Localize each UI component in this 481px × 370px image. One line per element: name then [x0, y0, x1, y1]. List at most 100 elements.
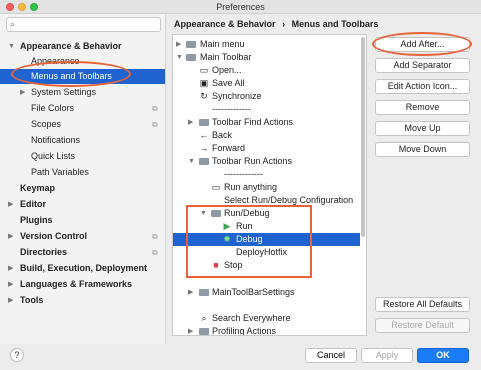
- project-scope-icon: ⧉: [152, 232, 158, 241]
- move-down-button[interactable]: Move Down: [375, 142, 470, 157]
- folder-icon: [199, 155, 209, 169]
- tree-row-save-all[interactable]: ▣ Save All: [173, 77, 360, 90]
- restore-default-button[interactable]: Restore Default: [375, 318, 470, 333]
- window-titlebar: Preferences: [0, 0, 481, 14]
- tree-row-debug[interactable]: ✹ Debug: [173, 233, 360, 246]
- chevron-down-icon[interactable]: ▼: [200, 207, 207, 220]
- breadcrumb-separator: ›: [282, 19, 286, 29]
- sidebar-item-plugins[interactable]: Plugins: [0, 213, 165, 228]
- cancel-button[interactable]: Cancel: [305, 348, 357, 363]
- tree-row-select-run-debug-configuration[interactable]: Select Run/Debug Configuration: [173, 194, 360, 207]
- tree-row-run[interactable]: ▶ Run: [173, 220, 360, 233]
- back-arrow-icon: ←: [199, 130, 209, 140]
- tree-row-open[interactable]: ▭ Open...: [173, 64, 360, 77]
- sidebar-item-scopes[interactable]: Scopes ⧉: [0, 117, 165, 132]
- add-after-button[interactable]: Add After...: [375, 37, 470, 52]
- tree-row-run-anything[interactable]: ▭ Run anything: [173, 181, 360, 194]
- breadcrumb: Appearance & Behavior › Menus and Toolba…: [174, 19, 378, 29]
- zoom-window-button[interactable]: [30, 3, 38, 11]
- tree-row-deployhotfix[interactable]: DeployHotfix: [173, 246, 360, 259]
- add-separator-button[interactable]: Add Separator: [375, 58, 470, 73]
- search-input[interactable]: [23, 19, 153, 30]
- actions-tree[interactable]: ▶ Main menu ▼ Main Toolbar ▭ Open... ▣ S…: [172, 34, 367, 336]
- chevron-right-icon[interactable]: ▶: [8, 197, 13, 212]
- sidebar-item-version-control[interactable]: ▶ Version Control ⧉: [0, 229, 165, 244]
- folder-icon: [199, 116, 209, 130]
- apply-button[interactable]: Apply: [361, 348, 413, 363]
- stop-icon: ■: [213, 260, 219, 270]
- breadcrumb-current: Menus and Toolbars: [291, 19, 379, 29]
- sidebar-item-directories[interactable]: Directories ⧉: [0, 245, 165, 260]
- sidebar-item-tools[interactable]: ▶ Tools: [0, 293, 165, 308]
- sidebar-item-languages-frameworks[interactable]: ▶ Languages & Frameworks: [0, 277, 165, 292]
- sidebar-item-appearance[interactable]: Appearance: [0, 54, 165, 69]
- project-scope-icon: ⧉: [152, 120, 158, 129]
- move-up-button[interactable]: Move Up: [375, 121, 470, 136]
- chevron-right-icon[interactable]: ▶: [188, 116, 193, 129]
- tree-row-main-menu[interactable]: ▶ Main menu: [173, 38, 360, 51]
- chevron-right-icon[interactable]: ▶: [176, 38, 181, 51]
- sidebar-item-path-variables[interactable]: Path Variables: [0, 165, 165, 180]
- folder-icon: [211, 207, 221, 221]
- tree-row-maintoolbarsettings[interactable]: ▶ MainToolBarSettings: [173, 286, 360, 299]
- save-icon: ▣: [199, 78, 209, 88]
- chevron-right-icon[interactable]: ▶: [188, 286, 193, 299]
- edit-action-icon-button[interactable]: Edit Action Icon...: [375, 79, 470, 94]
- close-window-button[interactable]: [6, 3, 14, 11]
- sidebar-item-appearance-behavior[interactable]: ▼ Appearance & Behavior: [0, 39, 165, 54]
- breadcrumb-parent[interactable]: Appearance & Behavior: [174, 19, 276, 29]
- settings-sidebar: ⌕ ▼ Appearance & Behavior Appearance Men…: [0, 14, 166, 344]
- restore-all-defaults-button[interactable]: Restore All Defaults: [375, 297, 470, 312]
- sidebar-item-menus-toolbars[interactable]: Menus and Toolbars: [0, 69, 165, 84]
- tree-row-run-debug[interactable]: ▼ Run/Debug: [173, 207, 360, 220]
- chevron-right-icon[interactable]: ▶: [8, 293, 13, 308]
- tree-row-synchronize[interactable]: ↻ Synchronize: [173, 90, 360, 103]
- chevron-right-icon[interactable]: ▶: [8, 261, 13, 276]
- tree-row-forward[interactable]: → Forward: [173, 142, 360, 155]
- settings-search[interactable]: ⌕: [6, 17, 161, 32]
- run-anything-icon: ▭: [211, 182, 221, 192]
- tree-scrollbar[interactable]: [361, 37, 365, 237]
- window-title: Preferences: [216, 2, 265, 12]
- remove-button[interactable]: Remove: [375, 100, 470, 115]
- sidebar-item-editor[interactable]: ▶ Editor: [0, 197, 165, 212]
- run-icon: ▶: [223, 221, 231, 231]
- sidebar-item-keymap[interactable]: Keymap: [0, 181, 165, 196]
- tree-row-stop[interactable]: ■ Stop: [173, 259, 360, 272]
- tree-row-back[interactable]: ← Back: [173, 129, 360, 142]
- help-button[interactable]: ?: [10, 348, 24, 362]
- sidebar-item-quick-lists[interactable]: Quick Lists: [0, 149, 165, 164]
- tree-row-search-everywhere[interactable]: ⌕ Search Everywhere: [173, 312, 360, 325]
- chevron-right-icon[interactable]: ▶: [8, 229, 13, 244]
- sidebar-item-system-settings[interactable]: ▶ System Settings: [0, 85, 165, 100]
- sidebar-item-file-colors[interactable]: File Colors ⧉: [0, 101, 165, 116]
- tree-row-toolbar-run-actions[interactable]: ▼ Toolbar Run Actions: [173, 155, 360, 168]
- tree-row-toolbar-find-actions[interactable]: ▶ Toolbar Find Actions: [173, 116, 360, 129]
- window-controls: [6, 3, 38, 11]
- chevron-right-icon[interactable]: ▶: [188, 325, 193, 335]
- open-icon: ▭: [199, 65, 209, 75]
- folder-icon: [186, 51, 196, 65]
- folder-icon: [186, 38, 196, 52]
- chevron-down-icon[interactable]: ▼: [188, 155, 195, 168]
- sidebar-item-notifications[interactable]: Notifications: [0, 133, 165, 148]
- ok-button[interactable]: OK: [417, 348, 469, 363]
- minimize-window-button[interactable]: [18, 3, 26, 11]
- forward-arrow-icon: →: [199, 143, 209, 153]
- search-icon: ⌕: [201, 313, 207, 323]
- sidebar-item-build-execution-deployment[interactable]: ▶ Build, Execution, Deployment: [0, 261, 165, 276]
- folder-icon: [199, 325, 209, 335]
- chevron-down-icon[interactable]: ▼: [176, 51, 183, 64]
- tree-row-separator[interactable]: -------------: [173, 168, 360, 181]
- folder-icon: [199, 286, 209, 300]
- project-scope-icon: ⧉: [152, 104, 158, 113]
- project-scope-icon: ⧉: [152, 248, 158, 257]
- tree-row-main-toolbar[interactable]: ▼ Main Toolbar: [173, 51, 360, 64]
- tree-row-separator[interactable]: -------------: [173, 103, 360, 116]
- chevron-right-icon[interactable]: ▶: [20, 85, 25, 100]
- tree-row-profiling-actions[interactable]: ▶ Profiling Actions: [173, 325, 360, 335]
- chevron-right-icon[interactable]: ▶: [8, 277, 13, 292]
- sync-icon: ↻: [200, 91, 208, 101]
- search-icon: ⌕: [10, 19, 16, 29]
- chevron-down-icon[interactable]: ▼: [8, 39, 15, 54]
